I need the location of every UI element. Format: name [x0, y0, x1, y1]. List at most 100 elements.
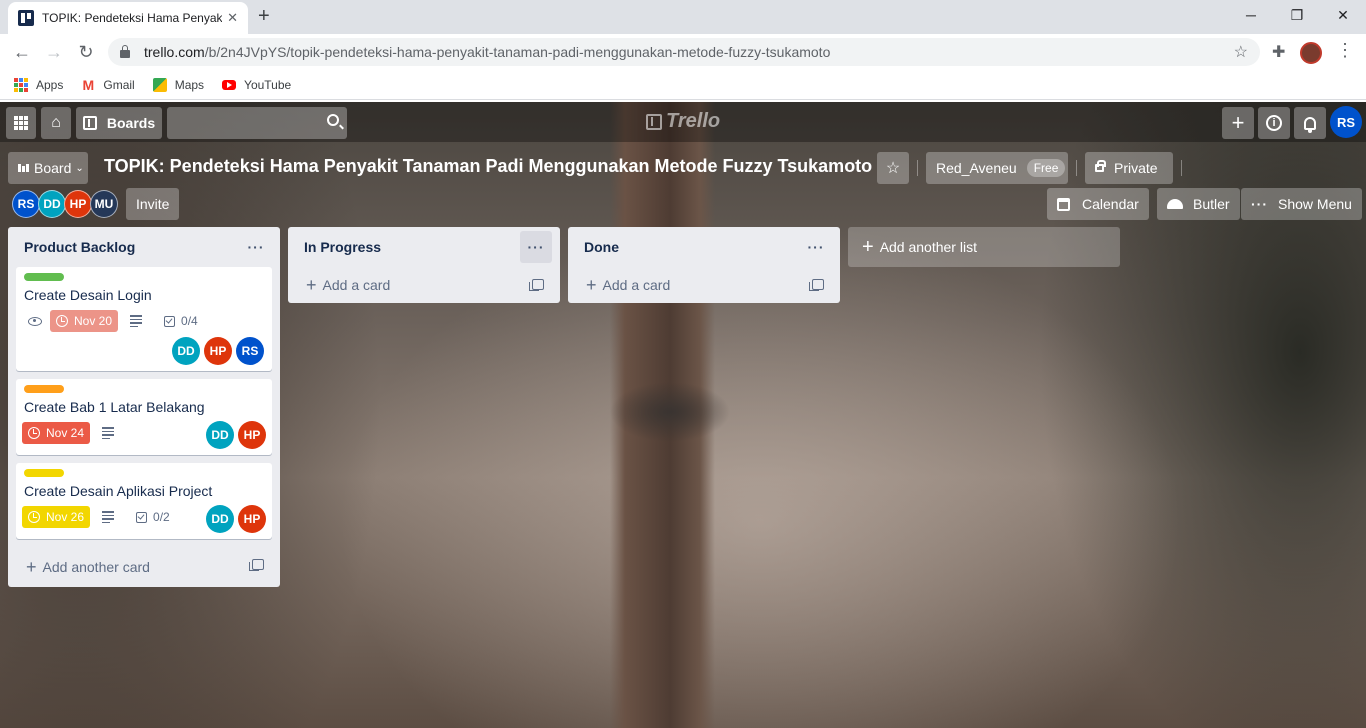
browser-tab-bar: TOPIK: Pendeteksi Hama Penyakit ✕ + ─ ❐ … — [0, 0, 1366, 34]
card-title: Create Bab 1 Latar Belakang — [24, 399, 205, 415]
card-member-avatar[interactable]: DD — [206, 421, 234, 449]
add-card-button[interactable]: + Add a card — [568, 267, 840, 303]
maximize-icon[interactable]: ❐ — [1274, 4, 1320, 26]
forward-icon[interactable]: → — [42, 40, 66, 64]
card-member-avatar[interactable]: HP — [238, 505, 266, 533]
butler-button[interactable]: Butler — [1157, 188, 1240, 220]
notifications-button[interactable] — [1294, 107, 1326, 139]
bookmark-youtube[interactable]: YouTube — [222, 78, 291, 92]
list-header[interactable]: Product Backlog ··· — [8, 227, 280, 267]
card-members: DD HP RS — [24, 337, 264, 365]
home-icon: ⌂ — [51, 114, 61, 131]
bookmark-star-icon[interactable]: ☆ — [1234, 42, 1248, 62]
list-in-progress: In Progress ··· + Add a card — [288, 227, 560, 303]
home-button[interactable]: ⌂ — [41, 107, 71, 139]
back-icon[interactable]: ← — [10, 40, 34, 64]
extensions-puzzle-icon[interactable]: ✚ — [1272, 42, 1285, 62]
tab-close-icon[interactable]: ✕ — [227, 10, 238, 26]
tab-title: TOPIK: Pendeteksi Hama Penyakit — [42, 11, 222, 25]
list-menu-icon[interactable]: ··· — [240, 231, 272, 263]
add-card-button[interactable]: + Add a card — [288, 267, 560, 303]
info-button[interactable]: i — [1258, 107, 1290, 139]
checklist-badge: 0/4 — [164, 314, 198, 328]
member-avatar[interactable]: HP — [64, 190, 92, 218]
clock-icon — [56, 315, 68, 327]
trello-logo[interactable]: Trello — [646, 110, 720, 133]
member-avatar[interactable]: DD — [38, 190, 66, 218]
card-members: DD HP — [206, 421, 266, 449]
team-button[interactable]: Red_Aveneu Free — [926, 152, 1068, 184]
list-title: Product Backlog — [24, 239, 136, 255]
user-avatar[interactable]: RS — [1330, 106, 1362, 138]
plus-icon: + — [306, 275, 317, 295]
url-input[interactable]: trello.com/b/2n4JVpYS/topik-pendeteksi-h… — [108, 38, 1260, 66]
board-title[interactable]: TOPIK: Pendeteksi Hama Penyakit Tanaman … — [104, 156, 872, 177]
due-date-badge[interactable]: Nov 20 — [50, 310, 119, 332]
grid-icon — [14, 116, 28, 130]
browser-tab[interactable]: TOPIK: Pendeteksi Hama Penyakit ✕ — [8, 2, 248, 34]
browser-menu-icon[interactable]: ⋮ — [1336, 40, 1354, 61]
window-close-icon[interactable]: ✕ — [1320, 4, 1366, 26]
add-card-button[interactable]: + Add another card — [8, 547, 280, 587]
card-template-icon[interactable] — [529, 279, 544, 291]
visibility-label: Private — [1114, 160, 1158, 176]
bookmark-gmail[interactable]: M Gmail — [81, 78, 135, 92]
board-switcher-label: Board — [34, 160, 72, 176]
card[interactable]: Create Bab 1 Latar Belakang Nov 24 DD HP — [16, 379, 272, 455]
lock-icon — [1095, 160, 1106, 172]
profile-avatar[interactable] — [1300, 42, 1322, 64]
new-tab-button[interactable]: + — [258, 5, 270, 27]
checklist-badge: 0/2 — [136, 510, 170, 524]
invite-button[interactable]: Invite — [126, 188, 180, 220]
due-date-badge[interactable]: Nov 24 — [22, 422, 91, 444]
add-card-label: Add a card — [322, 277, 391, 293]
checklist-count: 0/4 — [181, 314, 198, 328]
card-member-avatar[interactable]: DD — [206, 505, 234, 533]
card-template-icon[interactable] — [249, 559, 264, 571]
calendar-button[interactable]: Calendar — [1047, 188, 1149, 220]
member-avatar[interactable]: RS — [12, 190, 40, 218]
lock-icon — [120, 45, 130, 58]
boards-icon — [82, 116, 97, 130]
url-host: trello.com — [144, 44, 205, 60]
add-list-label: Add another list — [879, 239, 977, 255]
card-member-avatar[interactable]: DD — [172, 337, 200, 365]
member-avatar[interactable]: MU — [90, 190, 118, 218]
header-divider — [1181, 160, 1182, 176]
minimize-icon[interactable]: ─ — [1228, 4, 1274, 26]
watch-eye-icon — [28, 316, 42, 326]
star-board-button[interactable]: ☆ — [877, 152, 909, 184]
bookmark-maps[interactable]: Maps — [152, 77, 204, 92]
card[interactable]: Create Desain Login Nov 20 0/4 DD HP RS — [16, 267, 272, 371]
board-members: RS DD HP MU — [12, 190, 118, 218]
list-header[interactable]: Done ··· — [568, 227, 840, 267]
board-switcher-button[interactable]: Board ⌄ — [8, 152, 88, 184]
list-menu-icon[interactable]: ··· — [520, 231, 552, 263]
bookmark-label: YouTube — [244, 77, 292, 92]
more-dots-icon: ··· — [1251, 196, 1268, 212]
header-divider — [1076, 160, 1077, 176]
list-menu-icon[interactable]: ··· — [800, 231, 832, 263]
trello-favicon-icon — [18, 10, 34, 26]
list-header[interactable]: In Progress ··· — [288, 227, 560, 267]
visibility-button[interactable]: Private — [1085, 152, 1173, 184]
app-switcher-button[interactable] — [6, 107, 36, 139]
card-member-avatar[interactable]: HP — [238, 421, 266, 449]
create-button[interactable]: + — [1222, 107, 1254, 139]
trello-header: ⌂ Boards Trello + i RS — [0, 102, 1366, 142]
card-template-icon[interactable] — [809, 279, 824, 291]
bookmark-apps[interactable]: Apps — [14, 77, 63, 92]
butler-bell-icon — [1167, 199, 1183, 209]
search-input[interactable] — [167, 107, 347, 139]
card-member-avatar[interactable]: HP — [204, 337, 232, 365]
card[interactable]: Create Desain Aplikasi Project Nov 26 0/… — [16, 463, 272, 539]
card-member-avatar[interactable]: RS — [236, 337, 264, 365]
show-menu-button[interactable]: ··· Show Menu — [1241, 188, 1362, 220]
due-date-badge[interactable]: Nov 26 — [22, 506, 91, 528]
boards-button[interactable]: Boards — [76, 107, 162, 139]
youtube-icon — [222, 79, 237, 90]
list-product-backlog: Product Backlog ··· Create Desain Login … — [8, 227, 280, 587]
reload-icon[interactable]: ↻ — [74, 40, 98, 64]
add-list-button[interactable]: + Add another list — [848, 227, 1120, 267]
card-members: DD HP — [206, 505, 266, 533]
